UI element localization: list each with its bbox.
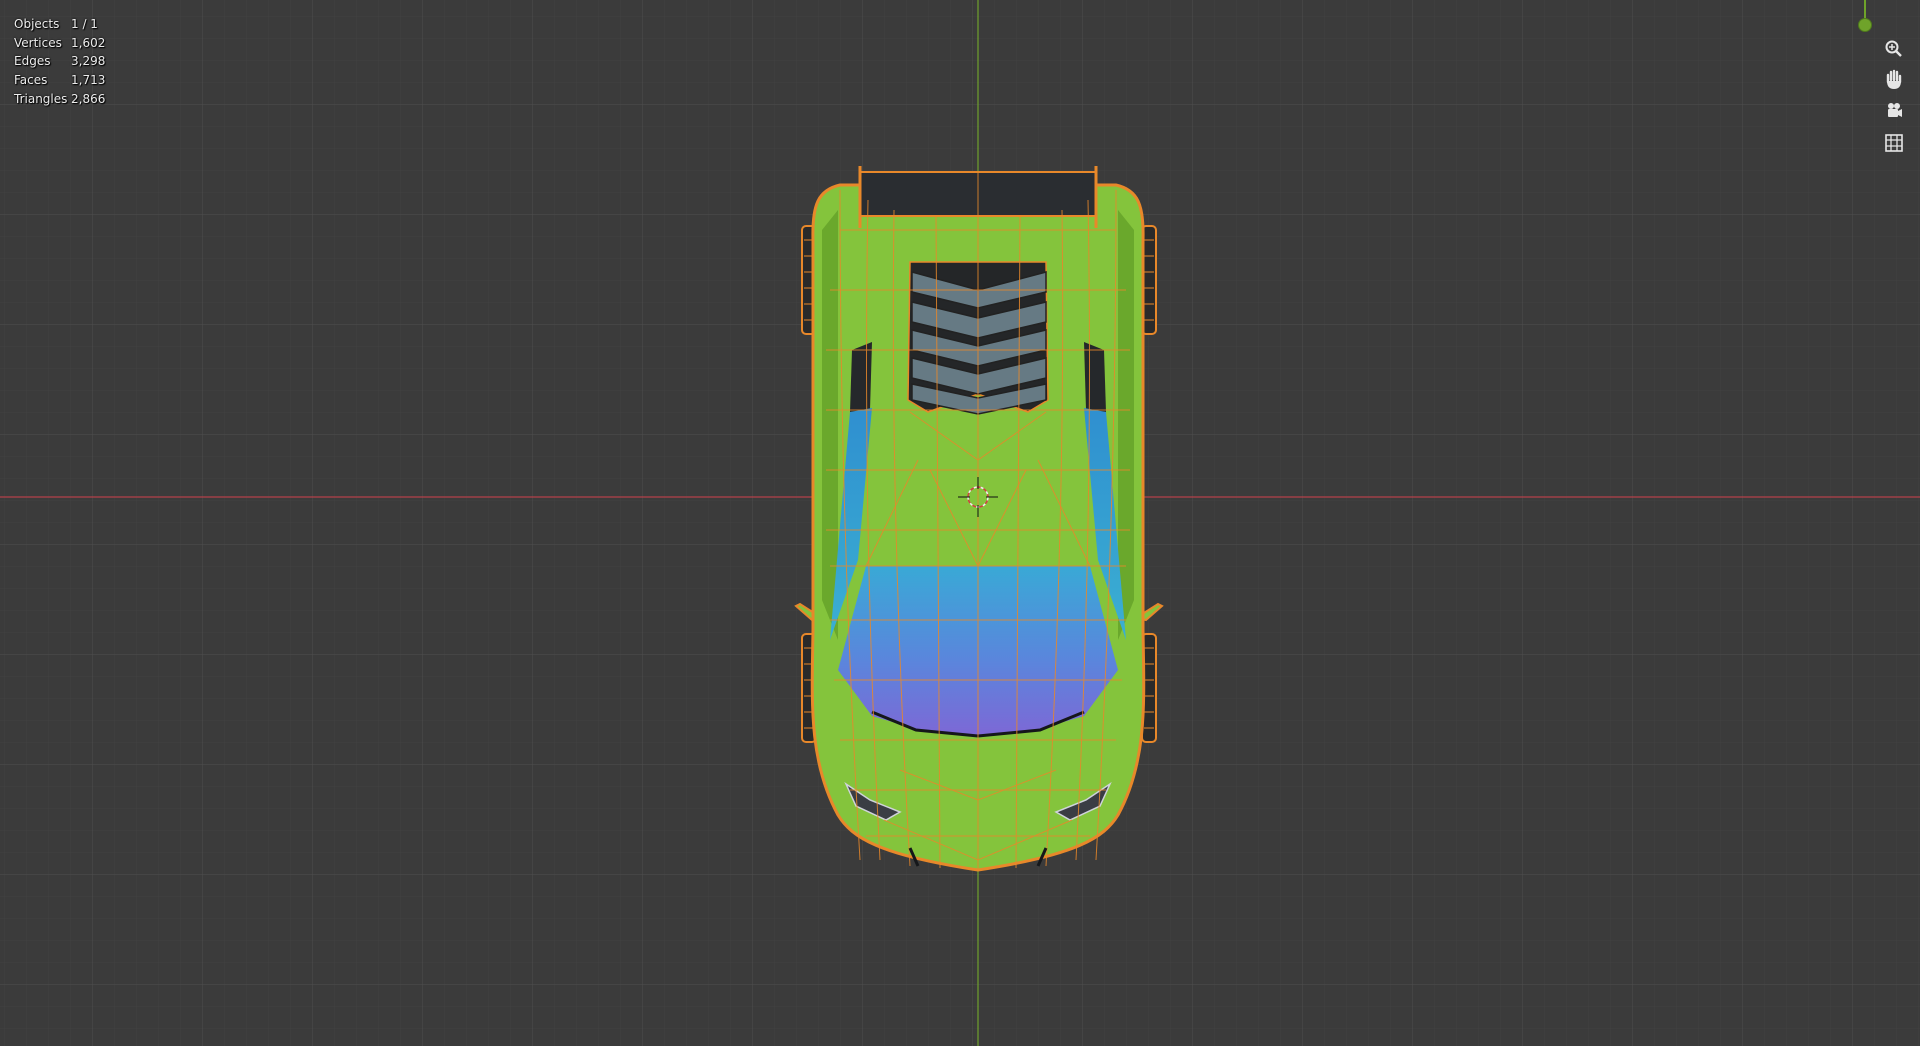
stat-row-triangles: Triangles 2,866 — [14, 90, 105, 109]
car-model[interactable] — [794, 166, 1164, 872]
intake-right — [1084, 342, 1106, 412]
side-strip-right — [1118, 210, 1134, 640]
stat-row-objects: Objects 1 / 1 — [14, 15, 105, 34]
stat-value: 3,298 — [71, 54, 106, 69]
stat-row-edges: Edges 3,298 — [14, 52, 105, 71]
3d-viewport[interactable] — [0, 0, 1920, 1046]
stat-row-vertices: Vertices 1,602 — [14, 34, 105, 53]
stat-value: 1,713 — [71, 73, 106, 88]
stat-label: Vertices — [14, 35, 62, 50]
intake-left — [850, 342, 872, 412]
stat-label: Edges — [14, 54, 51, 69]
stat-value: 2,866 — [71, 91, 106, 106]
stat-row-faces: Faces 1,713 — [14, 71, 105, 90]
stat-label: Triangles — [14, 91, 68, 106]
scene-statistics-overlay: Objects 1 / 1 Vertices 1,602 Edges 3,298… — [14, 15, 105, 109]
stat-value: 1,602 — [71, 35, 106, 50]
stat-label: Objects — [14, 17, 60, 31]
side-strip-left — [822, 210, 838, 640]
gizmo-y-dot[interactable] — [1858, 18, 1872, 32]
stat-value: 1 / 1 — [71, 17, 98, 31]
stat-label: Faces — [14, 73, 48, 88]
